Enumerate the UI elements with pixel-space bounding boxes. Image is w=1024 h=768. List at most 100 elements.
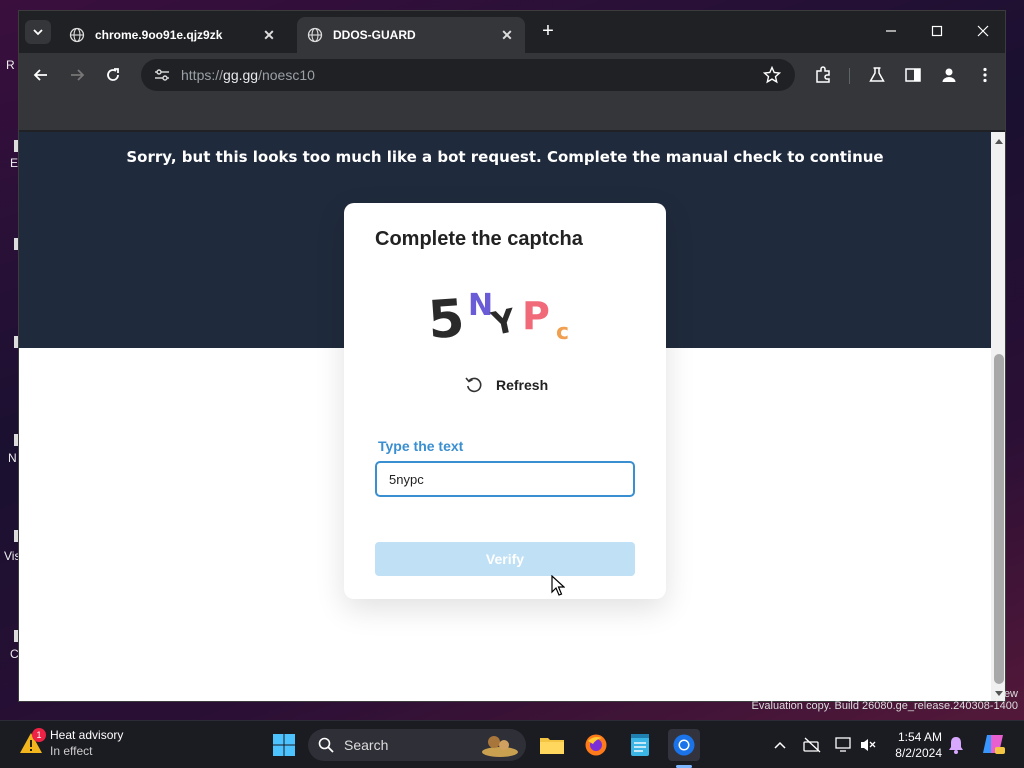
extensions-icon: [816, 66, 830, 83]
captcha-char: Y: [487, 301, 519, 343]
notifications-button[interactable]: [946, 735, 966, 755]
firefox-icon: [585, 734, 607, 756]
captcha-image: 5 N Y P c: [426, 288, 569, 347]
bookmark-bar: [19, 97, 1005, 131]
watermark-line-1: ew: [1003, 688, 1018, 700]
monitor-icon: [835, 737, 851, 752]
page-scrollbar[interactable]: [991, 132, 1005, 701]
copilot-button[interactable]: [980, 731, 1006, 757]
clock-date: 8/2/2024: [895, 746, 942, 760]
notepad-button[interactable]: [624, 729, 656, 761]
scroll-up-icon: [995, 139, 1003, 144]
forward-button[interactable]: [65, 63, 89, 87]
url-text: https://gg.gg/noesc10: [181, 67, 315, 83]
star-icon: [763, 66, 781, 84]
weather-widget[interactable]: 1 Heat advisory In effect: [18, 727, 123, 759]
watermark-line-2: Evaluation copy. Build 26080.ge_release.…: [751, 700, 1018, 712]
firefox-button[interactable]: [580, 729, 612, 761]
mouse-cursor-icon: [551, 575, 565, 596]
verify-button[interactable]: Verify: [375, 542, 635, 576]
new-tab-button[interactable]: +: [537, 21, 559, 43]
close-icon[interactable]: ✕: [499, 27, 515, 43]
browser-toolbar: https://gg.gg/noesc10: [19, 53, 1005, 97]
windows-logo-icon: [273, 734, 295, 756]
chrome-icon: [673, 734, 695, 756]
taskbar-search[interactable]: Search: [308, 729, 526, 761]
site-info-button[interactable]: [151, 64, 173, 86]
captcha-field-label: Type the text: [378, 438, 464, 454]
folder-icon: [540, 738, 564, 754]
file-explorer-button[interactable]: [536, 729, 568, 761]
network-button[interactable]: [802, 735, 822, 755]
refresh-button[interactable]: Refresh: [464, 375, 548, 395]
card-title: Complete the captcha: [375, 228, 583, 250]
window-close-icon: [977, 25, 989, 37]
side-panel-button[interactable]: [901, 63, 925, 87]
tab-chrome[interactable]: chrome.9oo91e.qjz9zk ✕: [59, 17, 287, 53]
weather-subtitle: In effect: [50, 744, 93, 758]
address-bar[interactable]: https://gg.gg/noesc10: [141, 59, 795, 91]
display-button[interactable]: [834, 735, 854, 755]
volume-button[interactable]: [858, 735, 878, 755]
labs-icon: [869, 67, 885, 82]
url-prefix: https://: [181, 67, 224, 83]
bookmark-star-button[interactable]: [761, 64, 783, 86]
url-host: gg.gg: [223, 67, 259, 83]
tab-search-icon: [33, 29, 43, 36]
scroll-up-button[interactable]: [991, 134, 1005, 148]
captcha-input[interactable]: [375, 461, 635, 497]
back-button[interactable]: [29, 63, 53, 87]
reload-button[interactable]: [101, 63, 125, 87]
warning-icon: 1: [18, 728, 46, 756]
search-label: Search: [344, 737, 389, 753]
banner-message: Sorry, but this looks too much like a bo…: [126, 148, 884, 166]
menu-button[interactable]: [973, 63, 997, 87]
maximize-button[interactable]: [923, 19, 951, 43]
tab-title: DDOS-GUARD: [333, 28, 416, 42]
tab-ddos-guard[interactable]: DDOS-GUARD ✕: [297, 17, 525, 53]
desktop-label-fragment: N: [8, 451, 17, 465]
profile-button[interactable]: [937, 63, 961, 87]
side-panel-icon: [905, 68, 921, 82]
clock-time: 1:54 AM: [897, 730, 942, 744]
toolbar-divider: [849, 68, 850, 84]
reload-icon: [107, 68, 119, 81]
volume-muted-icon: [861, 739, 876, 751]
show-hidden-icons-button[interactable]: [770, 735, 790, 755]
close-icon[interactable]: ✕: [261, 27, 277, 43]
refresh-icon: [465, 377, 482, 393]
back-icon: [33, 69, 47, 81]
taskbar: 1 Heat advisory In effect Search 1:54 AM…: [0, 720, 1024, 768]
search-highlight-icon: [482, 736, 518, 757]
notepad-icon: [631, 734, 649, 756]
site-info-icon: [155, 69, 169, 81]
captcha-card: Complete the captcha 5 N Y P c Refresh T…: [344, 203, 666, 599]
globe-icon: [307, 27, 323, 43]
browser-window: chrome.9oo91e.qjz9zk ✕ DDOS-GUARD ✕ + ht…: [18, 10, 1006, 702]
maximize-icon: [931, 25, 943, 37]
start-button[interactable]: [268, 729, 300, 761]
windows-watermark: ew Evaluation copy. Build 26080.ge_relea…: [751, 688, 1018, 712]
globe-icon: [69, 27, 85, 43]
forward-icon: [71, 69, 85, 81]
captcha-char: P: [522, 294, 550, 338]
minimize-icon: [886, 30, 896, 32]
url-path: /noesc10: [258, 67, 315, 83]
minimize-button[interactable]: [877, 19, 905, 43]
window-close-button[interactable]: [969, 19, 997, 43]
scroll-thumb[interactable]: [994, 354, 1004, 684]
tab-strip: chrome.9oo91e.qjz9zk ✕ DDOS-GUARD ✕ +: [19, 11, 1005, 53]
system-clock[interactable]: 1:54 AM 8/2/2024: [878, 729, 942, 761]
desktop-label-fragment: R: [6, 58, 15, 72]
search-icon: [318, 737, 334, 753]
chrome-button[interactable]: [668, 729, 700, 761]
labs-button[interactable]: [865, 63, 889, 87]
extensions-button[interactable]: [811, 63, 835, 87]
tab-search-button[interactable]: [25, 20, 51, 44]
weather-badge: 1: [32, 728, 46, 742]
menu-icon: [983, 67, 987, 83]
chevron-up-icon: [774, 741, 786, 749]
captcha-char: c: [556, 320, 569, 345]
captcha-char: 5: [426, 289, 466, 347]
tab-title: chrome.9oo91e.qjz9zk: [95, 28, 223, 42]
